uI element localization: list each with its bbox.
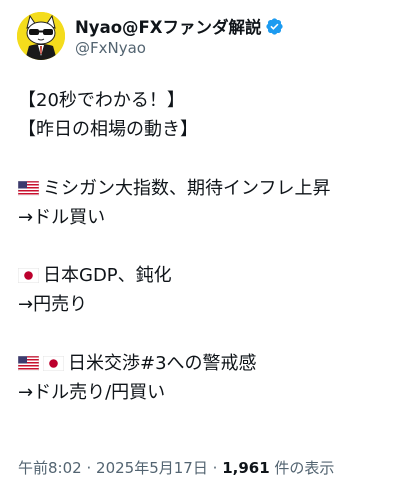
tweet-time[interactable]: 午前8:02	[18, 459, 82, 477]
tweet-line-text: ミシガン大指数、期待インフレ上昇	[43, 177, 331, 199]
tweet-line-text: 【20秒でわかる！】	[18, 90, 185, 111]
meta-separator: ·	[86, 459, 92, 477]
author-info: Nyao@FXファンダ解説 @FxNyao	[75, 15, 284, 57]
tweet-line-text: 【昨日の相場の動き】	[18, 119, 198, 141]
tweet-date[interactable]: 2025年5月17日	[96, 459, 208, 477]
tweet-line-text: 日米交渉#3への警戒感	[68, 352, 257, 374]
tweet-line: 日本GDP、鈍化	[18, 261, 403, 290]
handle[interactable]: @FxNyao	[75, 39, 284, 57]
tweet-line-text: 日本GDP、鈍化	[43, 265, 172, 287]
tweet-line-text: →円売り	[18, 294, 88, 316]
avatar[interactable]	[17, 12, 65, 60]
tweet-header: Nyao@FXファンダ解説 @FxNyao	[17, 12, 284, 60]
us-flag-icon	[18, 180, 39, 196]
tweet-text: 【20秒でわかる！】 【昨日の相場の動き】 ミシガン大指数、期待インフレ上昇 →…	[18, 86, 403, 407]
meta-separator: ·	[212, 459, 218, 477]
cat-avatar-icon	[17, 12, 65, 60]
tweet-line-text: →ドル売り/円買い	[18, 381, 166, 403]
tweet-line: →ドル売り/円買い	[18, 378, 403, 407]
us-flag-icon	[18, 355, 39, 371]
verified-badge-icon[interactable]	[265, 17, 284, 36]
tweet-line: 日米交渉#3への警戒感	[18, 349, 403, 378]
tweet-line: 【昨日の相場の動き】	[18, 115, 403, 144]
tweet-line: →ドル買い	[18, 203, 403, 232]
views-label: 件の表示	[274, 459, 335, 477]
japan-flag-icon	[18, 268, 39, 284]
tweet-line: →円売り	[18, 290, 403, 319]
display-name[interactable]: Nyao@FXファンダ解説	[75, 14, 262, 38]
views-count: 1,961	[222, 459, 270, 477]
name-line: Nyao@FXファンダ解説	[75, 15, 284, 37]
tweet-line: ミシガン大指数、期待インフレ上昇	[18, 174, 403, 203]
tweet-meta: 午前8:02 · 2025年5月17日 · 1,961 件の表示	[18, 457, 334, 478]
tweet-line-text: →ドル買い	[18, 206, 106, 228]
tweet-line: 【20秒でわかる！】	[18, 86, 403, 115]
japan-flag-icon	[43, 355, 64, 371]
